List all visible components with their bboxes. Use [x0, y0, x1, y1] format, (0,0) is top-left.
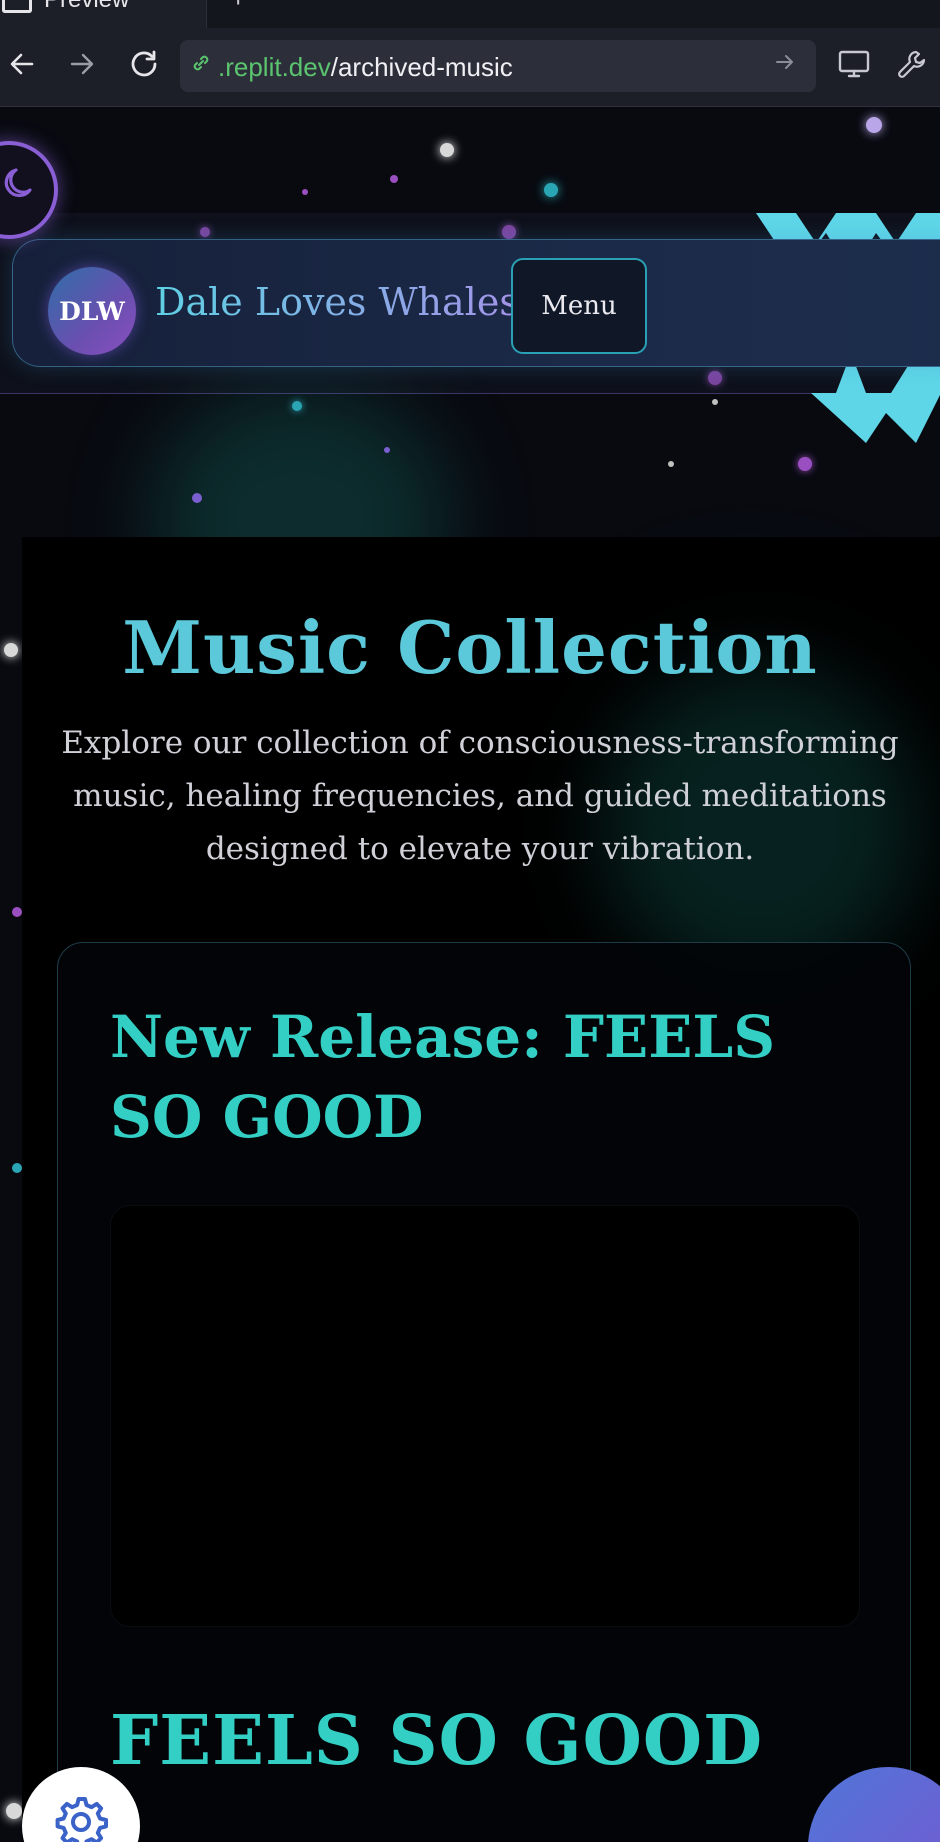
star: [712, 399, 718, 405]
star: [866, 117, 882, 133]
star: [390, 175, 398, 183]
arrow-left-icon[interactable]: [0, 42, 44, 86]
star: [192, 493, 202, 503]
media-player[interactable]: [110, 1205, 860, 1627]
monitor-icon[interactable]: [832, 42, 876, 86]
address-bar[interactable]: .replit.dev/archived-music: [180, 40, 816, 92]
site-logo[interactable]: DLW: [48, 267, 136, 355]
star: [12, 907, 22, 917]
browser-tab[interactable]: Preview ×: [0, 0, 207, 28]
release-heading: New Release: FEELS SO GOOD: [110, 1003, 776, 1151]
star: [302, 189, 308, 195]
star: [440, 143, 454, 157]
menu-button[interactable]: Menu: [511, 258, 647, 354]
star: [292, 401, 302, 411]
tab-close-icon[interactable]: ×: [172, 0, 184, 7]
url-domain: .replit.dev: [218, 52, 331, 82]
new-tab-icon[interactable]: +: [230, 0, 246, 14]
preview-icon: [2, 0, 32, 13]
tab-label: Preview: [44, 0, 129, 14]
go-arrow-icon[interactable]: [774, 50, 796, 80]
star: [798, 457, 812, 471]
reload-icon[interactable]: [122, 42, 166, 86]
browser-tab-bar: Preview × +: [0, 0, 940, 28]
url-path: /archived-music: [330, 52, 513, 82]
star: [668, 461, 674, 467]
song-title: FEELS SO GOOD: [110, 1701, 764, 1781]
browser-toolbar: .replit.dev/archived-music: [0, 28, 940, 107]
star: [544, 183, 558, 197]
wrench-icon[interactable]: [890, 42, 934, 86]
gear-icon: [55, 1797, 108, 1842]
page-viewport: DLW Dale Loves Whales Menu Music Collect…: [0, 107, 940, 1842]
star: [384, 447, 390, 453]
moon-icon: [4, 168, 32, 198]
star: [12, 1163, 22, 1173]
arrow-right-icon[interactable]: [60, 42, 104, 86]
link-icon: [190, 52, 212, 80]
page-title: Music Collection: [122, 605, 818, 690]
site-navbar: DLW Dale Loves Whales Menu: [12, 239, 940, 367]
brand-name[interactable]: Dale Loves Whales: [155, 280, 519, 324]
intro-text: Explore our collection of consciousness-…: [61, 725, 899, 867]
star: [6, 1803, 22, 1819]
url-text: .replit.dev/archived-music: [218, 52, 513, 83]
